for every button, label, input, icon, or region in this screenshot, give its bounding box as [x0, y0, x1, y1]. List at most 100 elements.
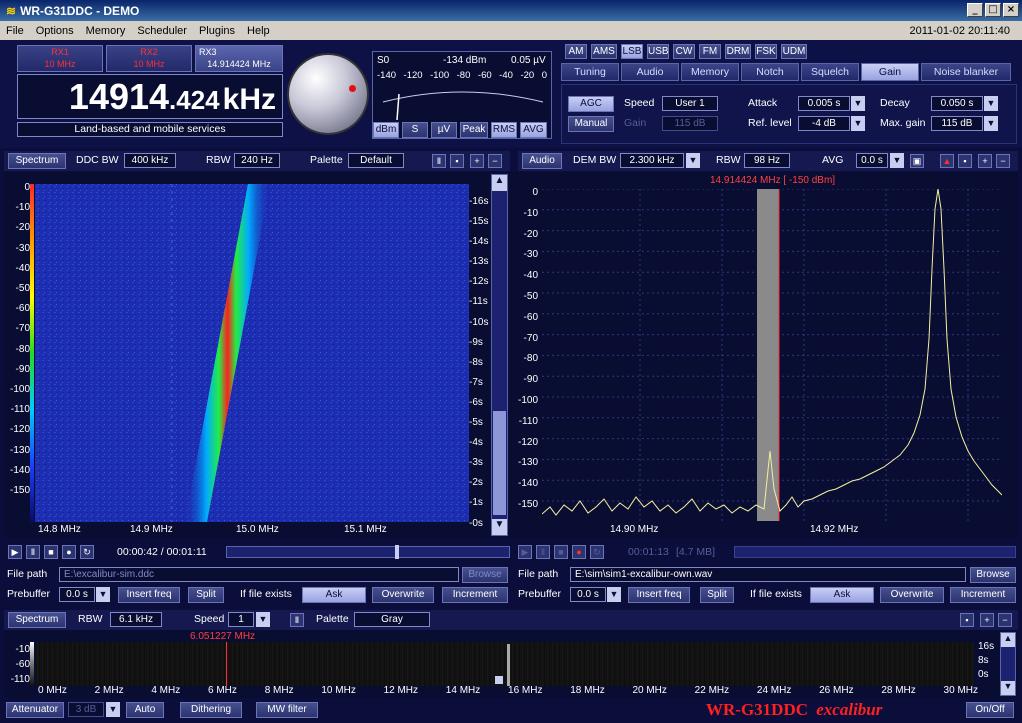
smeter-peak-button[interactable]: Peak	[460, 122, 488, 138]
avg-dropdown-icon[interactable]: ▼	[890, 153, 904, 168]
pause-icon[interactable]: Ⅱ	[536, 545, 550, 559]
smeter-avg-button[interactable]: AVG	[520, 122, 547, 138]
tab-tuning[interactable]: Tuning	[561, 63, 619, 81]
wideband-spectrum-button[interactable]: Spectrum	[8, 612, 66, 628]
maximize-button[interactable]: □	[985, 3, 1001, 17]
max-gain-field[interactable]: 115 dB	[931, 116, 983, 131]
tab-notch[interactable]: Notch	[741, 63, 799, 81]
filepath-field[interactable]: E:\sim\sim1-excalibur-own.wav	[570, 567, 966, 582]
rbw-field[interactable]: 240 Hz	[234, 153, 280, 168]
mode-lsb[interactable]: LSB	[621, 44, 643, 59]
peak-hold-icon[interactable]: ▲	[940, 154, 954, 168]
audio-rbw-field[interactable]: 98 Hz	[744, 153, 790, 168]
frequency-display[interactable]: 14914.424 kHz	[17, 74, 283, 119]
prebuffer-dropdown-icon[interactable]: ▼	[607, 587, 621, 602]
scroll-down-icon[interactable]: ▼	[1001, 681, 1015, 695]
rx2-button[interactable]: RX2 10 MHz	[106, 45, 192, 72]
smeter-s-button[interactable]: S	[402, 122, 428, 138]
waterfall-canvas[interactable]	[35, 184, 469, 522]
attenuator-dropdown-icon[interactable]: ▼	[106, 702, 120, 717]
wideband-zoom-out-icon[interactable]: −	[998, 613, 1012, 627]
zoom-in-icon[interactable]: +	[470, 154, 484, 168]
decay-field[interactable]: 0.050 s	[931, 96, 983, 111]
right-seek-bar[interactable]	[734, 546, 1016, 558]
scroll-up-icon[interactable]: ▲	[1001, 633, 1015, 647]
avg-field[interactable]: 0.0 s	[856, 153, 888, 168]
audio-mode-button[interactable]: Audio	[522, 153, 562, 169]
rx1-button[interactable]: RX1 10 MHz	[17, 45, 103, 72]
wideband-tuning-handle[interactable]	[495, 676, 503, 684]
play-icon[interactable]: ▶	[8, 545, 22, 559]
filepath-field[interactable]: E:\excalibur-sim.ddc	[59, 567, 459, 582]
tab-audio[interactable]: Audio	[621, 63, 679, 81]
audio-spectrum-plot[interactable]	[542, 189, 1002, 521]
audio-zoom-out-icon[interactable]: −	[996, 154, 1010, 168]
record-icon[interactable]: ●	[572, 545, 586, 559]
attenuator-button[interactable]: Attenuator	[6, 702, 64, 718]
wideband-speed-field[interactable]: 1	[228, 612, 254, 627]
insert-freq-button[interactable]: Insert freq	[118, 587, 180, 603]
rx3-button[interactable]: RX3 14.914424 MHz	[195, 45, 283, 72]
menu-plugins[interactable]: Plugins	[193, 25, 241, 37]
ask-button[interactable]: Ask	[810, 587, 874, 603]
audio-zoom-in-icon[interactable]: +	[978, 154, 992, 168]
wideband-waterfall[interactable]	[36, 642, 974, 686]
increment-button[interactable]: Increment	[442, 587, 508, 603]
loop-icon[interactable]: ↻	[590, 545, 604, 559]
seek-thumb[interactable]	[395, 545, 399, 559]
agc-button[interactable]: AGC	[568, 96, 614, 112]
increment-button[interactable]: Increment	[950, 587, 1016, 603]
scroll-down-icon[interactable]: ▼	[492, 519, 507, 535]
on-off-button[interactable]: On/Off	[966, 702, 1014, 718]
prebuffer-field[interactable]: 0.0 s	[59, 587, 95, 602]
record-icon[interactable]: ●	[62, 545, 76, 559]
menu-scheduler[interactable]: Scheduler	[131, 25, 193, 37]
menu-options[interactable]: Options	[30, 25, 80, 37]
zoom-out-icon[interactable]: −	[488, 154, 502, 168]
mode-cw[interactable]: CW	[673, 44, 695, 59]
wideband-speed-dropdown-icon[interactable]: ▼	[256, 612, 270, 627]
browse-button[interactable]: Browse	[970, 567, 1016, 583]
mode-udm[interactable]: UDM	[781, 44, 807, 59]
ddcbw-field[interactable]: 400 kHz	[124, 153, 176, 168]
pause-icon[interactable]: Ⅱ	[26, 545, 40, 559]
overwrite-button[interactable]: Overwrite	[372, 587, 434, 603]
mode-ams[interactable]: AMS	[591, 44, 617, 59]
mode-fm[interactable]: FM	[699, 44, 721, 59]
wideband-scrollbar[interactable]: ▲ ▼	[1000, 632, 1016, 696]
palette-select[interactable]: Default	[348, 153, 404, 168]
wideband-rbw-field[interactable]: 6.1 kHz	[110, 612, 162, 627]
menu-help[interactable]: Help	[241, 25, 276, 37]
tab-noise-blanker[interactable]: Noise blanker	[921, 63, 1011, 81]
close-button[interactable]: ×	[1003, 3, 1019, 17]
ref-level-dropdown-icon[interactable]: ▼	[851, 116, 865, 131]
mw-filter-button[interactable]: MW filter	[256, 702, 318, 718]
audio-save-icon[interactable]: ▪	[958, 154, 972, 168]
loop-icon[interactable]: ↻	[80, 545, 94, 559]
dembw-dropdown-icon[interactable]: ▼	[686, 153, 700, 168]
smeter-rms-button[interactable]: RMS	[491, 122, 517, 138]
wideband-zoom-in-icon[interactable]: +	[980, 613, 994, 627]
dembw-field[interactable]: 2.300 kHz	[620, 153, 684, 168]
stop-icon[interactable]: ■	[554, 545, 568, 559]
mode-am[interactable]: AM	[565, 44, 587, 59]
speed-select[interactable]: User 1	[662, 96, 718, 111]
tab-gain[interactable]: Gain	[861, 63, 919, 81]
scroll-thumb[interactable]	[493, 411, 506, 515]
wideband-palette-select[interactable]: Gray	[354, 612, 430, 627]
manual-button[interactable]: Manual	[568, 116, 614, 132]
lock-icon[interactable]: ▣	[910, 154, 924, 168]
wideband-pause-icon[interactable]: Ⅱ	[290, 613, 304, 627]
mode-usb[interactable]: USB	[647, 44, 669, 59]
prebuffer-field[interactable]: 0.0 s	[570, 587, 606, 602]
pause-icon[interactable]: Ⅱ	[432, 154, 446, 168]
menu-memory[interactable]: Memory	[80, 25, 132, 37]
scroll-up-icon[interactable]: ▲	[492, 175, 507, 191]
decay-dropdown-icon[interactable]: ▼	[984, 96, 998, 111]
max-gain-dropdown-icon[interactable]: ▼	[984, 116, 998, 131]
minimize-button[interactable]: _	[967, 3, 983, 17]
ask-button[interactable]: Ask	[302, 587, 366, 603]
tab-memory[interactable]: Memory	[681, 63, 739, 81]
tab-squelch[interactable]: Squelch	[801, 63, 859, 81]
stop-icon[interactable]: ■	[44, 545, 58, 559]
